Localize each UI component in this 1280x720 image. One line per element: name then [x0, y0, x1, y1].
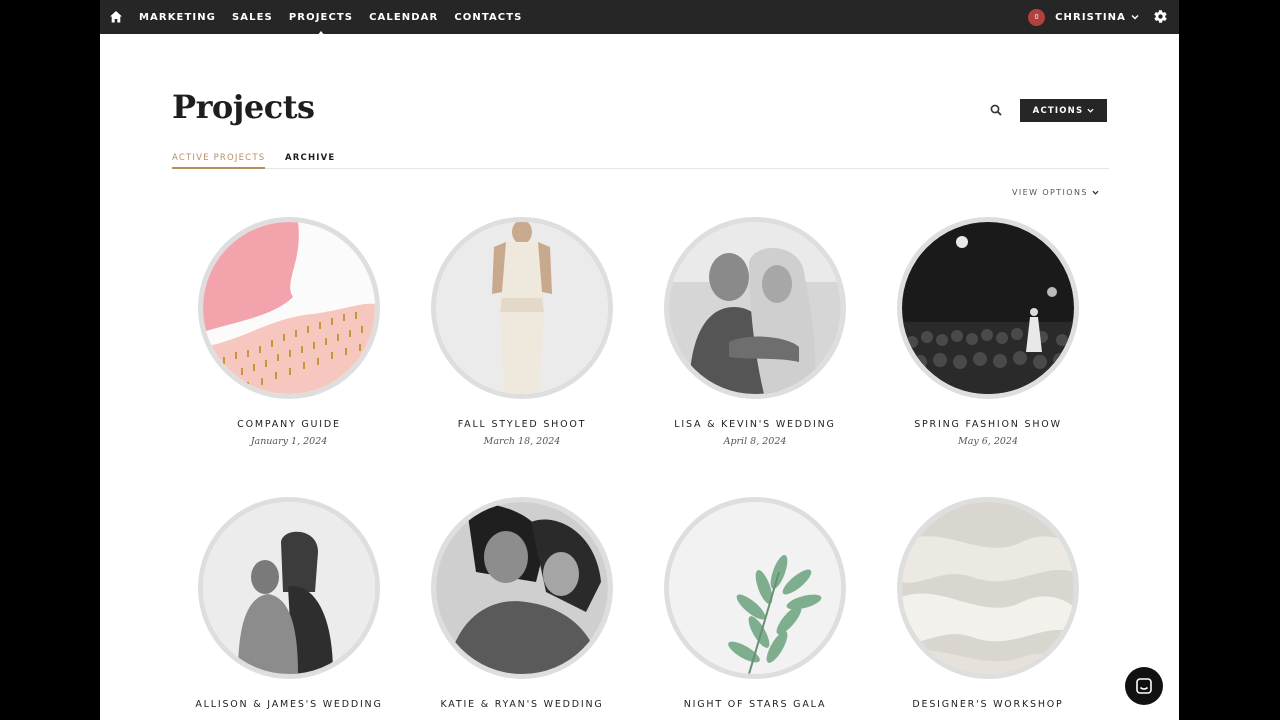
project-title[interactable]: DESIGNER'S WORKSHOP [871, 699, 1105, 710]
project-image[interactable] [198, 217, 380, 399]
nav-item-projects[interactable]: PROJECTS [289, 12, 353, 36]
nav-item-contacts[interactable]: CONTACTS [454, 12, 522, 23]
project-image[interactable] [431, 497, 613, 679]
project-date: May 6, 2024 [957, 436, 1019, 447]
page-title: Projects [172, 88, 315, 126]
user-menu[interactable]: 0 CHRISTINA [1028, 0, 1139, 34]
search-icon[interactable] [990, 104, 1002, 116]
project-date: April 8, 2024 [723, 436, 787, 447]
project-title[interactable]: SPRING FASHION SHOW [871, 419, 1105, 430]
gear-icon[interactable] [1153, 9, 1168, 24]
project-date: January 1, 2024 [250, 436, 328, 447]
chat-icon [1136, 678, 1152, 694]
nav-item-sales[interactable]: SALES [232, 12, 273, 23]
user-name[interactable]: CHRISTINA [1055, 12, 1126, 23]
project-title[interactable]: ALLISON & JAMES'S WEDDING [172, 699, 406, 710]
project-title[interactable]: COMPANY GUIDE [172, 419, 406, 430]
tab-archive[interactable]: ARCHIVE [285, 153, 335, 169]
project-date: March 18, 2024 [483, 436, 561, 447]
project-image[interactable] [198, 497, 380, 679]
nav-item-calendar[interactable]: CALENDAR [369, 12, 438, 23]
chevron-down-icon [1092, 190, 1099, 195]
project-title[interactable]: NIGHT OF STARS GALA [638, 699, 872, 710]
nav-item-marketing[interactable]: MARKETING [139, 12, 216, 23]
project-image[interactable] [431, 217, 613, 399]
project-tabs: ACTIVE PROJECTS ARCHIVE [172, 153, 1109, 169]
tab-active-projects[interactable]: ACTIVE PROJECTS [172, 153, 266, 169]
chevron-down-icon [1131, 14, 1139, 20]
top-nav: MARKETING SALES PROJECTS CALENDAR CONTAC… [100, 0, 1179, 36]
actions-button[interactable]: ACTIONS [1020, 99, 1107, 122]
project-title[interactable]: LISA & KEVIN'S WEDDING [638, 419, 872, 430]
chevron-down-icon [1087, 108, 1094, 113]
project-image[interactable] [897, 497, 1079, 679]
chat-launcher-button[interactable] [1125, 667, 1163, 705]
project-title[interactable]: KATIE & RYAN'S WEDDING [405, 699, 639, 710]
actions-label: ACTIONS [1032, 105, 1084, 116]
notification-badge[interactable]: 0 [1028, 8, 1046, 26]
project-image[interactable] [664, 217, 846, 399]
project-image[interactable] [664, 497, 846, 679]
view-options-label: VIEW OPTIONS [1012, 188, 1088, 197]
app-frame: MARKETING SALES PROJECTS CALENDAR CONTAC… [100, 0, 1179, 720]
project-title[interactable]: FALL STYLED SHOOT [405, 419, 639, 430]
nav-items: MARKETING SALES PROJECTS CALENDAR CONTAC… [139, 0, 538, 36]
project-image[interactable] [897, 217, 1079, 399]
home-icon[interactable] [109, 10, 123, 24]
view-options-button[interactable]: VIEW OPTIONS [1012, 188, 1099, 197]
